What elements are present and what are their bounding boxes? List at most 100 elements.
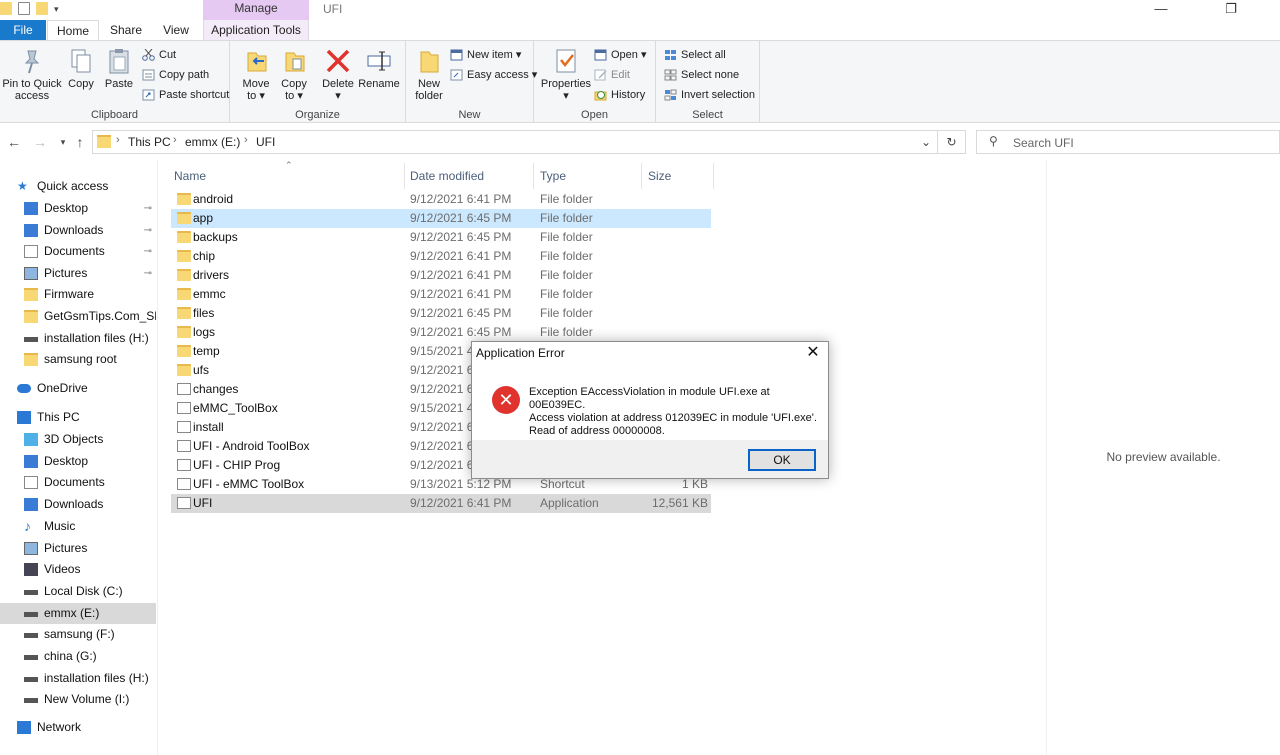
properties-button[interactable]: Properties ▾	[540, 47, 592, 102]
sidebar-item-quick-3[interactable]: Pictures ⊸	[0, 263, 156, 284]
forward-arrow-icon[interactable]: →	[31, 134, 49, 152]
table-row[interactable]: chip 9/12/2021 6:41 PM File folder	[171, 247, 711, 266]
properties-icon	[552, 47, 580, 75]
tab-application-tools[interactable]: Application Tools	[203, 20, 309, 40]
sidebar-item-quick-2[interactable]: Documents ⊸	[0, 241, 156, 262]
properties-check-icon[interactable]	[18, 2, 30, 15]
new-group-label: New	[458, 109, 481, 121]
qat-dropdown-icon[interactable]: ▾	[54, 2, 59, 18]
column-header-type[interactable]: Type	[534, 163, 642, 189]
search-box[interactable]: ⚲ Search UFI	[976, 130, 1280, 154]
breadcrumb-drive[interactable]: emmx (E:)	[185, 135, 240, 149]
sidebar-item-quick-access[interactable]: ★ Quick access	[0, 176, 156, 197]
sidebar-item-pc-0[interactable]: 3D Objects	[0, 429, 156, 450]
dialog-title-bar[interactable]: Application Error ✕	[472, 342, 828, 364]
file-name: eMMC_ToolBox	[193, 401, 278, 415]
table-row[interactable]: app 9/12/2021 6:45 PM File folder	[171, 209, 711, 228]
drive-icon	[24, 336, 38, 342]
column-header-size[interactable]: Size	[642, 163, 714, 189]
edit-button[interactable]: Edit	[594, 66, 630, 84]
sidebar-item-pc-12[interactable]: New Volume (I:)	[0, 689, 156, 710]
sidebar-item-pc-11[interactable]: installation files (H:)	[0, 668, 156, 689]
select-all-button[interactable]: Select all	[664, 46, 726, 64]
paste-shortcut-button[interactable]: Paste shortcut	[142, 86, 229, 104]
properties-label: Properties	[540, 78, 592, 90]
address-dropdown-chevron-icon[interactable]: ⌄	[921, 135, 931, 149]
sidebar-item-pc-10[interactable]: china (G:)	[0, 646, 156, 667]
sidebar-item-quick-6[interactable]: installation files (H:)	[0, 328, 156, 349]
invert-selection-button[interactable]: Invert selection	[664, 86, 755, 104]
sidebar-item-pc-2[interactable]: Documents	[0, 472, 156, 493]
sidebar-item-onedrive[interactable]: OneDrive	[0, 378, 156, 399]
tab-file[interactable]: File	[0, 20, 46, 40]
sidebar-item-pc-3[interactable]: Downloads	[0, 494, 156, 515]
sidebar-item-quick-0[interactable]: Desktop ⊸	[0, 198, 156, 219]
sidebar-item-pc-1[interactable]: Desktop	[0, 451, 156, 472]
address-bar[interactable]: › This PC › emmx (E:) › UFI ⌄	[92, 130, 938, 154]
table-row[interactable]: drivers 9/12/2021 6:41 PM File folder	[171, 266, 711, 285]
application-icon	[177, 497, 191, 509]
delete-button[interactable]: Delete ▾	[320, 47, 356, 102]
sidebar-item-quick-4-label: Firmware	[44, 287, 94, 302]
select-none-button[interactable]: Select none	[664, 66, 739, 84]
pin-icon[interactable]: ⊸	[144, 198, 152, 219]
sidebar-item-quick-7[interactable]: samsung root	[0, 349, 156, 370]
recent-locations-chevron-icon[interactable]: ▾	[54, 134, 72, 152]
history-button[interactable]: History	[594, 86, 645, 104]
paste-button[interactable]: Paste	[100, 47, 138, 90]
back-arrow-icon[interactable]: ←	[5, 134, 23, 152]
easy-access-button[interactable]: Easy access ▾	[450, 66, 537, 84]
new-folder-button[interactable]: New folder	[410, 47, 448, 102]
cut-button[interactable]: Cut	[142, 46, 176, 64]
sidebar-item-pc-8[interactable]: emmx (E:)	[0, 602, 156, 624]
dialog-close-icon[interactable]: ✕	[802, 342, 824, 364]
column-header-date[interactable]: Date modified	[404, 163, 534, 189]
sidebar-item-quick-4[interactable]: Firmware	[0, 284, 156, 305]
pin-icon[interactable]: ⊸	[144, 241, 152, 262]
sidebar-item-this-pc[interactable]: This PC	[0, 407, 156, 428]
breadcrumb-ufi[interactable]: UFI	[256, 135, 275, 149]
maximize-button[interactable]: ❐	[1208, 0, 1254, 20]
column-header-name[interactable]: Name	[168, 163, 405, 189]
star-icon: ★	[17, 179, 28, 193]
sidebar-item-pc-9[interactable]: samsung (F:)	[0, 624, 156, 645]
open-icon	[594, 49, 607, 61]
sidebar-item-quick-5[interactable]: GetGsmTips.Com_SM-J	[0, 306, 156, 327]
search-input[interactable]: Search UFI	[1013, 136, 1074, 150]
file-name: files	[193, 306, 215, 320]
table-row[interactable]: emmc 9/12/2021 6:41 PM File folder	[171, 285, 711, 304]
folder-icon	[177, 326, 191, 338]
sidebar-item-pc-7[interactable]: Local Disk (C:)	[0, 581, 156, 602]
table-row[interactable]: UFI 9/12/2021 6:41 PM Application 12,561 KB	[171, 494, 711, 513]
sidebar-item-pc-4[interactable]: ♪ Music	[0, 516, 156, 537]
new-item-button[interactable]: New item ▾	[450, 46, 521, 64]
sidebar-item-quick-1[interactable]: Downloads ⊸	[0, 220, 156, 241]
table-row[interactable]: android 9/12/2021 6:41 PM File folder	[171, 190, 711, 209]
breadcrumb-this-pc[interactable]: This PC	[128, 135, 171, 149]
file-type: File folder	[540, 325, 593, 339]
rename-button[interactable]: Rename	[358, 47, 400, 90]
refresh-icon[interactable]: ↻	[938, 130, 966, 154]
copy-path-button[interactable]: Copy path	[142, 66, 209, 84]
table-row[interactable]: files 9/12/2021 6:45 PM File folder	[171, 304, 711, 323]
table-row[interactable]: backups 9/12/2021 6:45 PM File folder	[171, 228, 711, 247]
move-to-button[interactable]: Move to ▾	[240, 47, 272, 102]
ok-button[interactable]: OK	[748, 449, 816, 471]
pin-icon[interactable]: ⊸	[144, 263, 152, 284]
minimize-button[interactable]: —	[1138, 0, 1184, 20]
open-button[interactable]: Open ▾	[594, 46, 647, 64]
tab-view[interactable]: View	[155, 20, 197, 40]
copy-button[interactable]: Copy	[64, 47, 98, 90]
sidebar-item-network[interactable]: Network	[0, 717, 156, 738]
pin-quick-access-button[interactable]: Pin to Quick access	[2, 47, 62, 102]
table-row[interactable]: logs 9/12/2021 6:45 PM File folder	[171, 323, 711, 342]
pin-icon[interactable]: ⊸	[144, 220, 152, 241]
up-arrow-icon[interactable]: ↑	[71, 134, 89, 152]
new-folder-icon[interactable]	[36, 2, 48, 15]
copy-to-button[interactable]: Copy to ▾	[278, 47, 310, 102]
sidebar-item-pc-6[interactable]: Videos	[0, 559, 156, 580]
tab-share[interactable]: Share	[103, 20, 149, 40]
tab-home[interactable]: Home	[47, 20, 99, 40]
sidebar-item-pc-5[interactable]: Pictures	[0, 538, 156, 559]
move-to-label: Move	[242, 78, 270, 90]
